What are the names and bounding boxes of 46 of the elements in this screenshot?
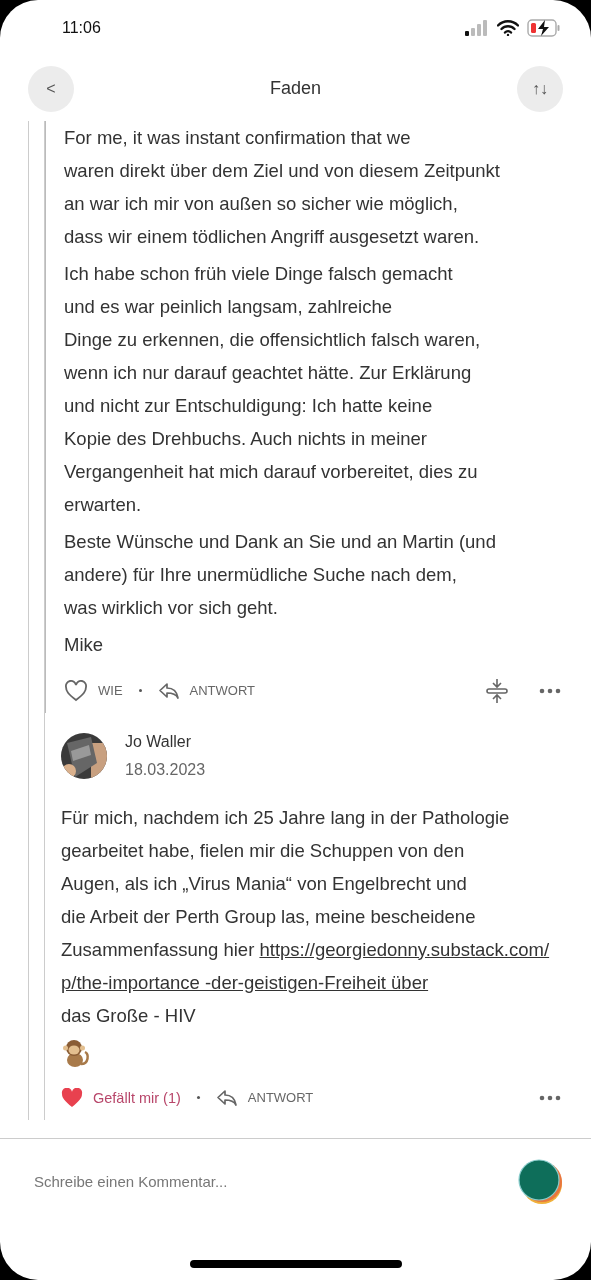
comment-text: Dinge zu erkennen, die offensichtlich falsch waren, bbox=[64, 327, 482, 352]
author-name: Jo Waller bbox=[125, 732, 193, 751]
user-avatar[interactable] bbox=[517, 1159, 563, 1205]
reply-icon bbox=[157, 681, 180, 700]
comment-text: gearbeitet habe, fielen mir die Schuppen von den bbox=[61, 838, 466, 863]
comment-text: an war ich mir von außen so sicher wie möglich, bbox=[64, 191, 459, 216]
comment-text: Vergangenheit hat mich darauf vorbereitet, dies zu bbox=[64, 459, 479, 484]
sort-button[interactable]: ↑↓ bbox=[517, 65, 563, 112]
comment-text: Kopie des Drehbuchs. Auch nichts in meiner bbox=[64, 426, 428, 451]
back-button[interactable]: < bbox=[28, 65, 74, 112]
comment-text: die Arbeit der Perth Group las, meine bescheidene bbox=[61, 904, 477, 929]
like-button[interactable]: WIE bbox=[64, 679, 123, 702]
comment-date: 18.03.2023 bbox=[125, 760, 206, 779]
link[interactable]: p/the-importance -der-geistigen-Freiheit über bbox=[61, 971, 429, 993]
collapse-button[interactable] bbox=[485, 677, 509, 704]
monkey-icon bbox=[61, 1037, 91, 1068]
reply-icon bbox=[215, 1088, 238, 1107]
comment-text: was wirklich vor sich geht. bbox=[64, 595, 279, 620]
more-icon[interactable] bbox=[539, 1094, 561, 1101]
battery-icon bbox=[527, 19, 561, 38]
comment-input[interactable]: Schreibe einen Kommentar... bbox=[32, 1172, 517, 1192]
link[interactable]: https://georgiedonny.substack.com/ bbox=[259, 938, 550, 960]
comment-text: waren direkt über dem Ziel und von diesem Zeitpunkt bbox=[64, 158, 501, 183]
comment-text: und nicht zur Entschuldigung: Ich hatte keine bbox=[64, 393, 434, 418]
comment-text: das Große - HIV bbox=[61, 1003, 197, 1028]
comment-text: Zusammenfassung hier https://georgiedonny.substack.com/ bbox=[61, 937, 551, 962]
like-button[interactable]: Gefällt mir (1) bbox=[61, 1087, 181, 1108]
signal-icon bbox=[465, 20, 489, 37]
page-title: Faden bbox=[269, 78, 321, 100]
status-time: 11:06 bbox=[62, 19, 101, 38]
comment-text: dass wir einem tödlichen Angriff ausgesetzt waren. bbox=[64, 224, 481, 249]
comment-text: wenn ich nur darauf geachtet hätte. Zur Erklärung bbox=[64, 360, 473, 385]
comment-text: For me, it was instant confirmation that we bbox=[64, 125, 412, 150]
reply-button[interactable]: ANTWORT bbox=[215, 1088, 314, 1107]
comment-text: Für mich, nachdem ich 25 Jahre lang in der Pathologie bbox=[61, 805, 511, 830]
comment-text: Beste Wünsche und Dank an Sie und an Martin (und bbox=[64, 529, 497, 554]
reply-button[interactable]: ANTWORT bbox=[157, 681, 256, 700]
avatar[interactable] bbox=[61, 732, 107, 779]
comment-text: erwarten. bbox=[64, 492, 143, 517]
comment-text: Mike bbox=[64, 632, 105, 657]
comment-text: andere) für Ihre unermüdliche Suche nach dem, bbox=[64, 562, 458, 587]
comment-text: und es war peinlich langsam, zahlreiche bbox=[64, 294, 394, 319]
comment-text: Augen, als ich „Virus Mania“ von Engelbrecht und bbox=[61, 871, 468, 896]
more-icon[interactable] bbox=[539, 687, 561, 694]
wifi-icon bbox=[497, 20, 519, 37]
comment-text: Ich habe schon früh viele Dinge falsch gemacht bbox=[64, 261, 454, 286]
